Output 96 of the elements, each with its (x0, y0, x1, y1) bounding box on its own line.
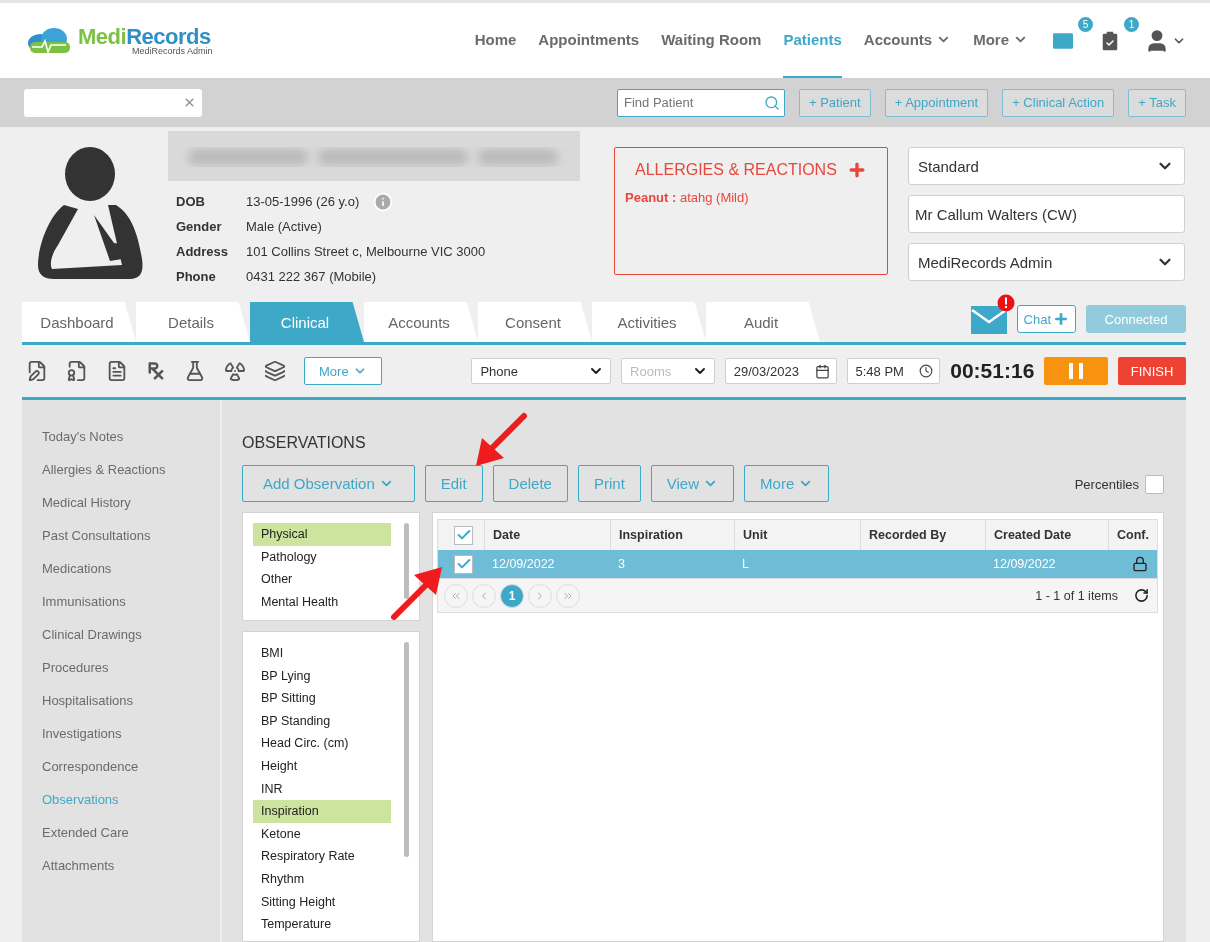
checkbox[interactable] (454, 554, 473, 574)
table-cell: L (742, 557, 749, 571)
pause-icon (1069, 363, 1084, 379)
select-field[interactable]: Standard (908, 147, 1185, 185)
field-value: Male (Active) (246, 219, 322, 234)
refresh-icon[interactable] (1134, 588, 1149, 603)
chat-button[interactable]: Chat (1016, 305, 1076, 333)
nav-link[interactable]: Appointments (538, 3, 640, 78)
page-button[interactable]: 1 (500, 583, 524, 608)
find-patient-field[interactable]: Find Patient (617, 88, 785, 117)
table-cell: 12/09/2022 (492, 557, 555, 571)
sidebar-item[interactable]: Allergies & Reactions (22, 453, 220, 486)
field-value: 13-05-1996 (26 y.o) (246, 194, 360, 209)
sidebar-item[interactable]: Clinical Drawings (22, 618, 220, 651)
sidebar-item[interactable]: Medications (22, 552, 220, 585)
pen-document-icon[interactable] (26, 360, 48, 382)
sidebar-item[interactable]: Immunisations (22, 585, 220, 618)
layers-icon[interactable] (264, 360, 286, 382)
tab[interactable]: Accounts (364, 302, 478, 342)
count-badge: 1 (1122, 15, 1141, 34)
radiation-icon[interactable] (224, 360, 246, 382)
tab[interactable]: Consent (478, 302, 592, 342)
plus-icon (1053, 311, 1069, 327)
allergy-entry: Peanut : atahg (Mild) (625, 190, 750, 205)
clock-icon[interactable] (919, 364, 934, 378)
date-field[interactable]: 29/03/2023 (724, 358, 837, 384)
sidebar-item[interactable]: Extended Care (22, 816, 220, 849)
contact-select[interactable]: Phone (471, 358, 612, 384)
field-value: 0431 222 367 (Mobile) (246, 269, 377, 284)
envelope-icon[interactable] (970, 304, 1007, 334)
add-icon[interactable] (847, 160, 867, 180)
list-item[interactable]: Rhythm (253, 867, 391, 891)
sidebar-item[interactable]: Investigations (22, 717, 220, 750)
list-item[interactable]: BP Standing (253, 709, 391, 733)
list-item[interactable]: BMI (253, 642, 391, 665)
sidebar-item[interactable]: Attachments (22, 849, 220, 882)
field-label: Phone (176, 269, 217, 284)
text-field[interactable]: Mr Callum Walters (CW) (908, 195, 1185, 233)
section-title: OBSERVATIONS (242, 434, 367, 452)
sidebar-item[interactable]: Procedures (22, 651, 220, 684)
pager-summary: 1 - 1 of 1 items (1035, 588, 1118, 603)
nav-link[interactable]: Accounts (863, 3, 952, 78)
tab[interactable]: Clinical (250, 302, 364, 342)
list-item[interactable]: Sitting Height (253, 890, 391, 914)
percentiles-label: Percentiles (1074, 476, 1139, 492)
sidebar-item[interactable]: Medical History (22, 486, 220, 519)
clear-icon[interactable] (183, 96, 196, 109)
list-item[interactable]: Physical (253, 523, 391, 546)
more-button[interactable]: More (304, 357, 382, 385)
tab[interactable]: Details (136, 302, 250, 342)
timer: 00:51:16 (950, 359, 1035, 383)
logo-text: MediRecords (78, 25, 211, 48)
list-item[interactable]: BP Lying (253, 664, 391, 688)
list-item[interactable]: Height (253, 754, 391, 778)
select-field[interactable]: MediRecords Admin (908, 243, 1185, 281)
checkbox[interactable] (454, 525, 473, 545)
checkbox[interactable] (1145, 474, 1164, 494)
list-item[interactable]: Inspiration (253, 800, 391, 823)
allergies-title: ALLERGIES & REACTIONS (635, 161, 837, 179)
count-badge: 5 (1076, 15, 1095, 34)
search-icon[interactable] (764, 94, 780, 111)
field-label: Gender (176, 219, 223, 234)
finish-button[interactable]: FINISH (1118, 357, 1186, 385)
tab[interactable]: Dashboard (22, 302, 136, 342)
calendar-icon[interactable] (814, 363, 830, 379)
field-label: DOB (176, 194, 206, 209)
time-field[interactable]: 5:48 PM (846, 358, 941, 384)
logo-subtitle: MediRecords Admin (132, 45, 213, 56)
list-item[interactable]: Mental Health (253, 590, 391, 614)
document-icon[interactable] (106, 360, 128, 382)
quick-search-field[interactable] (24, 88, 202, 117)
flask-icon[interactable] (184, 360, 206, 382)
list-item[interactable]: Respiratory Rate (253, 845, 391, 868)
field-label: Address (176, 244, 230, 259)
list-item[interactable]: INR (253, 777, 391, 801)
table-cell: 3 (618, 557, 625, 571)
lock-icon (1132, 556, 1148, 572)
table-cell: 12/09/2022 (993, 557, 1056, 571)
sidebar-item[interactable]: Today's Notes (22, 420, 220, 453)
sidebar-item[interactable]: Correspondence (22, 750, 220, 783)
list-item[interactable]: Head Circ. (cm) (253, 732, 391, 755)
nav-link[interactable]: Home (474, 3, 517, 78)
certificate-icon[interactable] (66, 360, 88, 382)
prescription-icon[interactable] (146, 361, 166, 381)
tab[interactable]: Audit (706, 302, 820, 342)
list-item[interactable]: Pathology (253, 545, 391, 569)
list-item[interactable]: Temperature (253, 913, 391, 936)
tab[interactable]: Activities (592, 302, 706, 342)
list-item[interactable]: Ketone (253, 822, 391, 846)
list-item[interactable]: BP Sitting (253, 687, 391, 710)
list-item[interactable]: Other (253, 568, 391, 591)
nav-link[interactable]: More (973, 3, 1028, 78)
field-value: 101 Collins Street c, Melbourne VIC 3000 (246, 244, 486, 259)
sidebar-item[interactable]: Hospitalisations (22, 684, 220, 717)
nav-link[interactable]: Waiting Room (661, 3, 762, 78)
sidebar-item[interactable]: Past Consultations (22, 519, 220, 552)
